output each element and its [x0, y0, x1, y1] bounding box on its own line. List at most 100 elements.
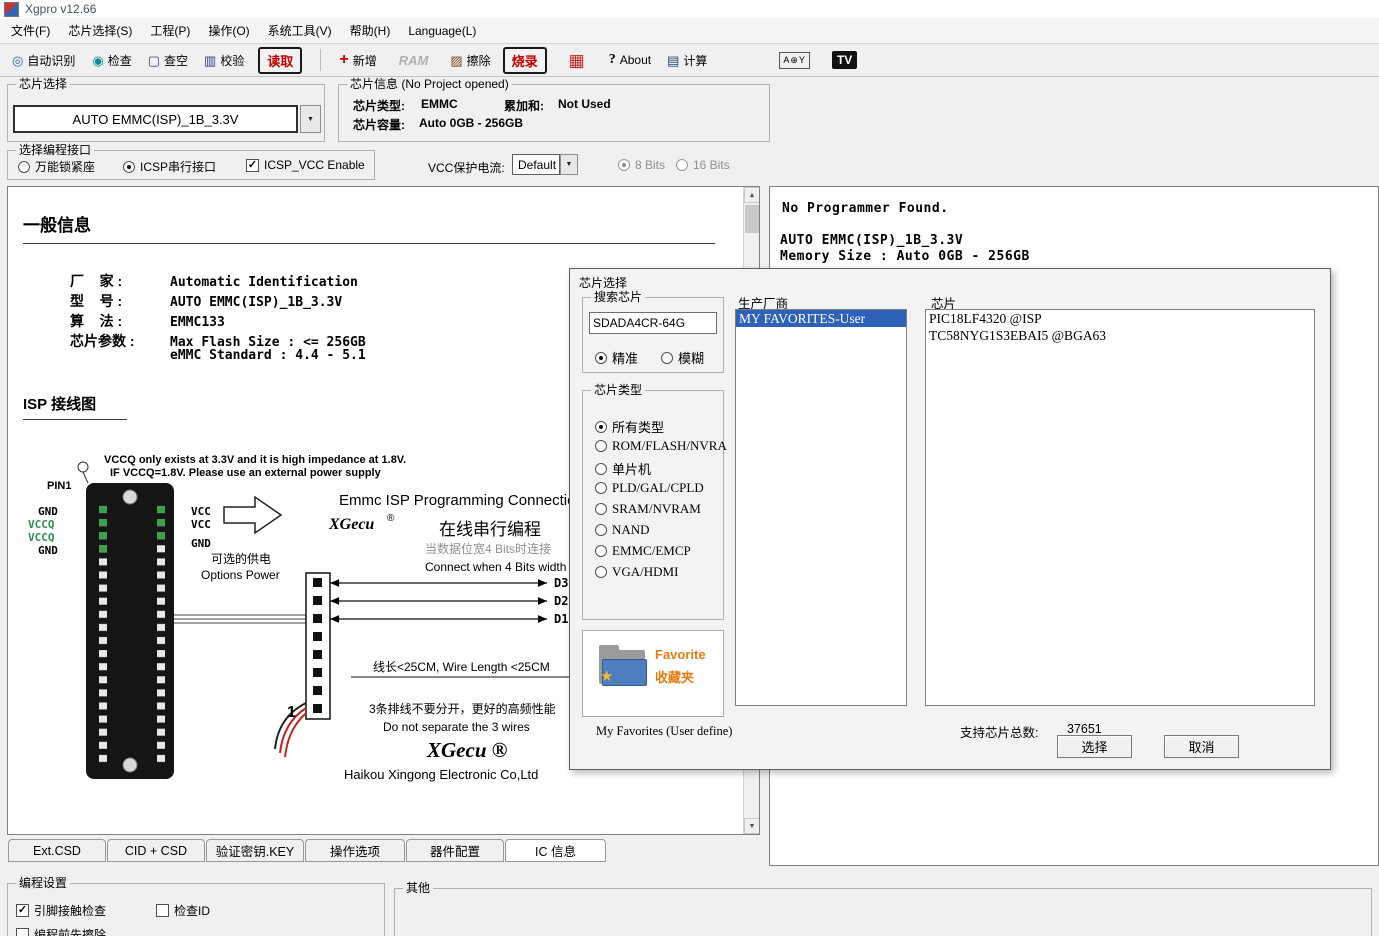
vcc-label: VCC [191, 505, 211, 518]
chip-type-all[interactable]: 所有类型 [595, 417, 664, 436]
pin-contact-check-checkbox[interactable]: ✓ 引脚接触检查 [16, 902, 106, 919]
menu-chip-select[interactable]: 芯片选择(S) [59, 18, 141, 43]
interface-legend: 选择编程接口 [16, 143, 94, 157]
chip-search-input[interactable] [589, 312, 717, 334]
read-button[interactable]: 读取 [258, 47, 302, 74]
menu-file[interactable]: 文件(F) [2, 18, 59, 43]
connector-pin1-number: 1 [287, 704, 296, 721]
erase-label: 擦除 [467, 52, 491, 69]
chip-list[interactable]: PIC18LF4320 @ISP TC58NYG1S3EBAI5 @BGA63 [925, 309, 1315, 706]
chip-select-dropdown-button[interactable]: ▼ [300, 105, 321, 133]
bits8-radio[interactable]: 8 Bits [618, 158, 665, 172]
registered-mark: ® [387, 513, 395, 524]
search-legend: 搜索芯片 [591, 290, 645, 304]
menu-language[interactable]: Language(L) [399, 20, 485, 42]
search-exact-radio[interactable]: 精准 [595, 348, 638, 367]
auto-identify-button[interactable]: ◎ 自动识别 [12, 52, 75, 69]
search-fuzzy-label: 模糊 [678, 348, 704, 367]
scroll-down-button[interactable]: ▼ [744, 818, 760, 834]
chip-select-combo[interactable]: AUTO EMMC(ISP)_1B_3.3V [13, 105, 298, 133]
tab-ic-info[interactable]: IC 信息 [505, 839, 606, 862]
ribbon-note-en: Do not separate the 3 wires [383, 720, 530, 734]
ram-button[interactable]: RAM [399, 53, 429, 68]
about-button[interactable]: ? About [609, 52, 651, 68]
tab-verify-key[interactable]: 验证密钥.KEY [206, 839, 304, 862]
icsp-port-radio[interactable]: ICSP串行接口 [123, 158, 216, 175]
vcc-current-dropdown-button[interactable]: ▼ [560, 154, 578, 175]
down-arrow-icon: ▼ [749, 823, 756, 830]
select-button[interactable]: 选择 [1057, 735, 1132, 758]
total-chips-value: 37651 [1067, 722, 1102, 736]
search-fuzzy-radio[interactable]: 模糊 [661, 348, 704, 367]
chip-type-pld[interactable]: PLD/GAL/CPLD [595, 480, 704, 496]
toolbar: ◎ 自动识别 ◉ 检查 ▢ 查空 ▥ 校验 读取 + 新增 RAM ▨ 擦除 [0, 44, 1379, 77]
log-line-1: No Programmer Found. [782, 201, 949, 216]
checkbox-icon: ✓ [246, 159, 259, 172]
vcc-current-combo[interactable]: Default [512, 154, 560, 175]
calculator-button[interactable]: ▤ 计算 [667, 52, 707, 69]
bits-note-en: Connect when 4 Bits width [425, 560, 566, 574]
menu-system-tools[interactable]: 系统工具(V) [259, 18, 341, 43]
chip-type-nand[interactable]: NAND [595, 522, 650, 538]
chip-info-group: 芯片信息 (No Project opened) 芯片类型: EMMC 累加和:… [338, 84, 770, 142]
erase-button[interactable]: ▨ 擦除 [450, 52, 490, 69]
tab-operation-options[interactable]: 操作选项 [305, 839, 405, 862]
universal-socket-radio[interactable]: 万能锁紧座 [18, 158, 95, 175]
tv-icon: TV [832, 51, 857, 69]
menu-operation[interactable]: 操作(O) [199, 18, 258, 43]
radio-icon [123, 161, 135, 173]
radio-icon [595, 524, 607, 536]
logic-test-button[interactable]: A⊕Y [779, 52, 810, 69]
tab-cid-csd[interactable]: CID + CSD [107, 839, 205, 862]
program-button[interactable]: 烧录 [503, 47, 547, 74]
radio-icon [618, 159, 630, 171]
chip-item-tc58nyg1s3ebai5[interactable]: TC58NYG1S3EBAI5 @BGA63 [926, 327, 1314, 344]
chip-type-mcu[interactable]: 单片机 [595, 459, 651, 478]
manufacturer-list[interactable]: MY FAVORITES-User [735, 309, 907, 706]
scroll-up-button[interactable]: ▲ [744, 187, 760, 203]
chip-item-pic18lf4320[interactable]: PIC18LF4320 @ISP [926, 310, 1314, 327]
menu-project[interactable]: 工程(P) [141, 18, 199, 43]
chip-type-rom-flash[interactable]: ROM/FLASH/NVRA [595, 438, 727, 454]
tab-device-config[interactable]: 器件配置 [406, 839, 504, 862]
app-window: Xgpro v12.66 文件(F) 芯片选择(S) 工程(P) 操作(O) 系… [0, 0, 1379, 936]
chip-type-emmc[interactable]: EMMC/EMCP [595, 543, 691, 559]
tab-ext-csd[interactable]: Ext.CSD [8, 839, 106, 862]
scroll-thumb[interactable] [745, 205, 759, 233]
company-name: Haikou Xingong Electronic Co,Ltd [344, 767, 538, 782]
chip-map-button[interactable]: ▦ [569, 54, 585, 67]
check-id-label: 检查ID [174, 902, 210, 919]
bits-note-cn: 当数据位宽4 Bits时连接 [425, 541, 551, 556]
chip-type-vga[interactable]: VGA/HDMI [595, 564, 678, 580]
vccq-label: VCCQ [28, 531, 55, 544]
tv-out-button[interactable]: TV [832, 51, 857, 69]
chip-type-value: EMMC [421, 97, 458, 111]
ribbon-note-cn: 3条排线不要分开，更好的高频性能 [369, 701, 556, 716]
logic-gate-icon: A⊕Y [779, 52, 810, 69]
blank-check-button[interactable]: ▢ 查空 [148, 52, 188, 69]
options-power-en: Options Power [201, 568, 280, 582]
icsp-vcc-enable-checkbox[interactable]: ✓ ICSP_VCC Enable [246, 158, 365, 172]
cancel-button-label: 取消 [1188, 737, 1214, 756]
chip-select-dialog: 芯片选择 搜索芯片 精准 模糊 芯片类型 所有类型 ROM/FLASH/NVRA… [569, 268, 1331, 770]
check-icon: ◉ [92, 54, 103, 67]
ribbon-cable [174, 615, 306, 623]
pin1-marker [78, 462, 88, 472]
checkbox-icon [156, 904, 169, 917]
add-button[interactable]: + 新增 [339, 52, 376, 69]
menu-help[interactable]: 帮助(H) [341, 18, 400, 43]
vccq-note-line1: VCCQ only exists at 3.3V and it is high … [104, 454, 406, 466]
gnd-label: GND [38, 544, 58, 557]
bits16-radio[interactable]: 16 Bits [676, 158, 730, 172]
calculator-icon: ▤ [667, 54, 679, 67]
check-button[interactable]: ◉ 检查 [92, 52, 131, 69]
manufacturer-item-favorites[interactable]: MY FAVORITES-User [736, 310, 906, 327]
favorites-button[interactable]: ★ Favorite 收藏夹 [582, 630, 724, 717]
log-line-3: Memory Size : Auto 0GB - 256GB [780, 249, 1030, 264]
chip-type-sram[interactable]: SRAM/NVRAM [595, 501, 701, 517]
chevron-down-icon: ▼ [307, 116, 314, 123]
verify-button[interactable]: ▥ 校验 [204, 52, 244, 69]
erase-before-program-checkbox[interactable]: 编程前先擦除 [16, 926, 106, 936]
check-id-checkbox[interactable]: 检查ID [156, 902, 210, 919]
cancel-button[interactable]: 取消 [1164, 735, 1239, 758]
